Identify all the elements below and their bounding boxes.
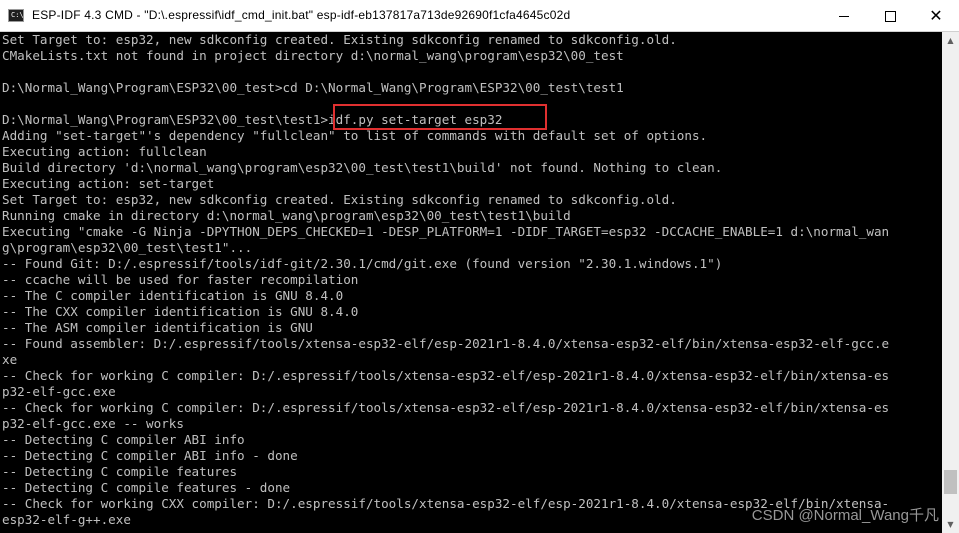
terminal-line: CMakeLists.txt not found in project dire… (2, 48, 624, 63)
terminal-line: p32-elf-gcc.exe (2, 384, 116, 399)
terminal-line: -- Check for working C compiler: D:/.esp… (2, 368, 890, 383)
maximize-button[interactable] (867, 0, 913, 31)
scrollbar-thumb[interactable] (944, 470, 957, 494)
close-button[interactable]: ✕ (913, 0, 959, 31)
csdn-watermark: CSDN @Normal_Wang千凡 (751, 507, 939, 524)
terminal-line: Executing "cmake -G Ninja -DPYTHON_DEPS_… (2, 224, 890, 239)
terminal-line: -- Detecting C compile features (2, 464, 238, 479)
scroll-down-arrow-icon[interactable]: ▼ (942, 516, 959, 533)
terminal-line: -- The CXX compiler identification is GN… (2, 304, 359, 319)
window-titlebar[interactable]: C:\ ESP-IDF 4.3 CMD - "D:\.espressif\idf… (0, 0, 959, 32)
terminal-line: Executing action: set-target (2, 176, 215, 191)
maximize-icon (884, 11, 896, 22)
vertical-scrollbar[interactable]: ▲ ▼ (942, 32, 959, 533)
terminal-line: Adding "set-target"'s dependency "fullcl… (2, 128, 708, 143)
terminal-line: -- The C compiler identification is GNU … (2, 288, 344, 303)
terminal-line: g\program\esp32\00_test\test1"... (2, 240, 253, 255)
terminal-line: xe (2, 352, 18, 367)
terminal-line: -- Found Git: D:/.espressif/tools/idf-gi… (2, 256, 723, 271)
terminal-line: p32-elf-gcc.exe -- works (2, 416, 184, 431)
terminal-line: Set Target to: esp32, new sdkconfig crea… (2, 32, 677, 47)
minimize-icon (839, 16, 849, 17)
terminal-line: Set Target to: esp32, new sdkconfig crea… (2, 192, 677, 207)
terminal-line: Executing action: fullclean (2, 144, 207, 159)
terminal-line: -- Found assembler: D:/.espressif/tools/… (2, 336, 890, 351)
terminal-line: -- ccache will be used for faster recomp… (2, 272, 359, 287)
scroll-up-arrow-icon[interactable]: ▲ (942, 32, 959, 49)
terminal-line: Build directory 'd:\normal_wang\program\… (2, 160, 723, 175)
minimize-button[interactable] (821, 0, 867, 31)
terminal-line: -- Check for working C compiler: D:/.esp… (2, 400, 890, 415)
close-icon: ✕ (929, 6, 943, 25)
window-title: ESP-IDF 4.3 CMD - "D:\.espressif\idf_cmd… (32, 8, 571, 22)
highlight-box (333, 104, 547, 130)
terminal-line: -- Detecting C compile features - done (2, 480, 291, 495)
terminal-line: -- The ASM compiler identification is GN… (2, 320, 313, 335)
terminal-line: -- Detecting C compiler ABI info - done (2, 448, 298, 463)
terminal-line: D:\Normal_Wang\Program\ESP32\00_test>cd … (2, 80, 624, 95)
terminal-line: Running cmake in directory d:\normal_wan… (2, 208, 571, 223)
cmd-app-icon: C:\ (8, 9, 24, 22)
terminal-line: -- Detecting C compiler ABI info (2, 432, 245, 447)
